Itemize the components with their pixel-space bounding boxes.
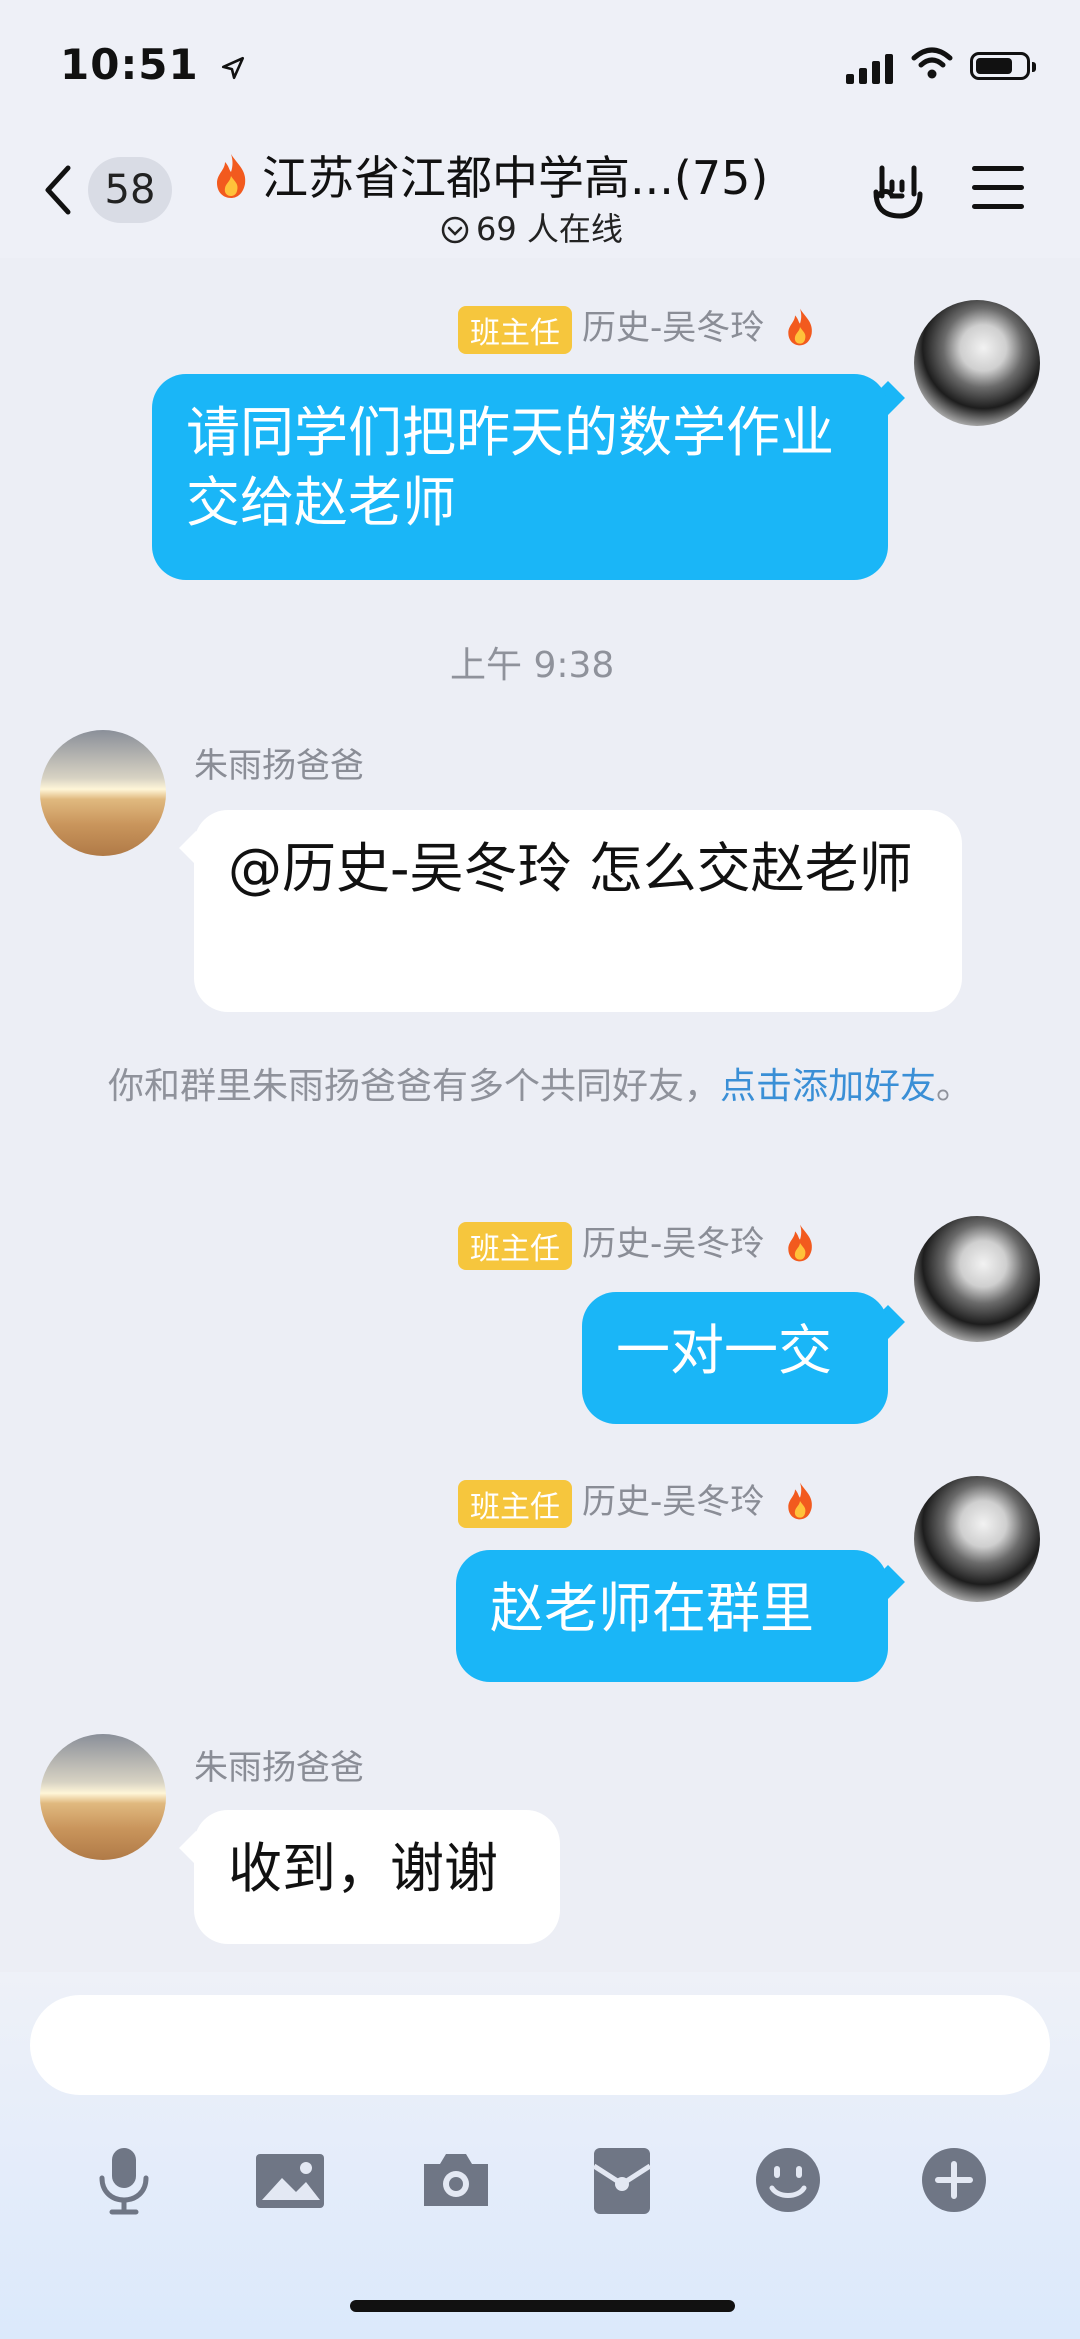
message-bubble[interactable]: 赵老师在群里 — [456, 1550, 888, 1682]
sender-name: 朱雨扬爸爸 — [194, 1748, 364, 1788]
sender-name: 历史-吴冬玲 — [582, 1224, 765, 1264]
avatar[interactable] — [914, 1476, 1040, 1602]
image-icon[interactable] — [250, 2140, 330, 2220]
sender-line: 班主任 历史-吴冬玲 — [458, 300, 817, 354]
online-status[interactable]: 69 人在线 — [440, 204, 623, 250]
role-badge: 班主任 — [458, 1479, 572, 1528]
group-title[interactable]: 江苏省江都中学高...(75) — [210, 142, 830, 208]
chevron-down-circle-icon — [441, 216, 469, 244]
sender-line: 班主任 历史-吴冬玲 — [458, 1216, 817, 1270]
avatar[interactable] — [40, 1734, 166, 1860]
red-packet-icon[interactable] — [582, 2140, 662, 2220]
location-arrow-icon — [222, 56, 245, 79]
emoji-icon[interactable] — [748, 2140, 828, 2220]
role-badge: 班主任 — [458, 1221, 572, 1270]
fire-icon — [788, 308, 812, 346]
unread-count-badge[interactable]: 58 — [88, 157, 172, 223]
cellular-signal-icon — [846, 54, 893, 84]
sender-name: 历史-吴冬玲 — [582, 308, 765, 348]
sender-name: 历史-吴冬玲 — [582, 1482, 765, 1522]
add-friend-link[interactable]: 点击添加好友 — [720, 1066, 936, 1107]
timestamp: 上午 9:38 — [450, 645, 615, 686]
message-bubble[interactable]: 一对一交 — [582, 1292, 888, 1424]
battery-level — [976, 58, 1012, 74]
status-time: 10:51 — [60, 40, 246, 89]
fire-icon — [788, 1482, 812, 1520]
back-chevron-icon[interactable] — [40, 162, 76, 218]
message-bubble[interactable]: 收到，谢谢 — [194, 1810, 560, 1944]
fire-icon — [217, 154, 246, 198]
home-indicator — [350, 2300, 735, 2312]
menu-icon[interactable] — [972, 166, 1024, 210]
message-bubble[interactable]: @历史-吴冬玲 怎么交赵老师 — [194, 810, 962, 1012]
avatar[interactable] — [40, 730, 166, 856]
role-badge: 班主任 — [458, 305, 572, 354]
system-note: 你和群里朱雨扬爸爸有多个共同好友，点击添加好友。 — [107, 1066, 973, 1107]
message-bubble[interactable]: 请同学们把昨天的数学作业交给赵老师 — [152, 374, 888, 580]
message-input[interactable] — [30, 1995, 1050, 2095]
plus-icon[interactable] — [914, 2140, 994, 2220]
avatar[interactable] — [914, 1216, 1040, 1342]
avatar[interactable] — [914, 300, 1040, 426]
wifi-icon — [911, 47, 953, 79]
sender-line: 班主任 历史-吴冬玲 — [458, 1474, 817, 1528]
rock-hand-icon[interactable] — [868, 160, 930, 222]
fire-icon — [788, 1224, 812, 1262]
battery-icon — [970, 52, 1036, 80]
sender-name: 朱雨扬爸爸 — [194, 746, 364, 786]
camera-icon[interactable] — [416, 2140, 496, 2220]
microphone-icon[interactable] — [84, 2140, 164, 2220]
